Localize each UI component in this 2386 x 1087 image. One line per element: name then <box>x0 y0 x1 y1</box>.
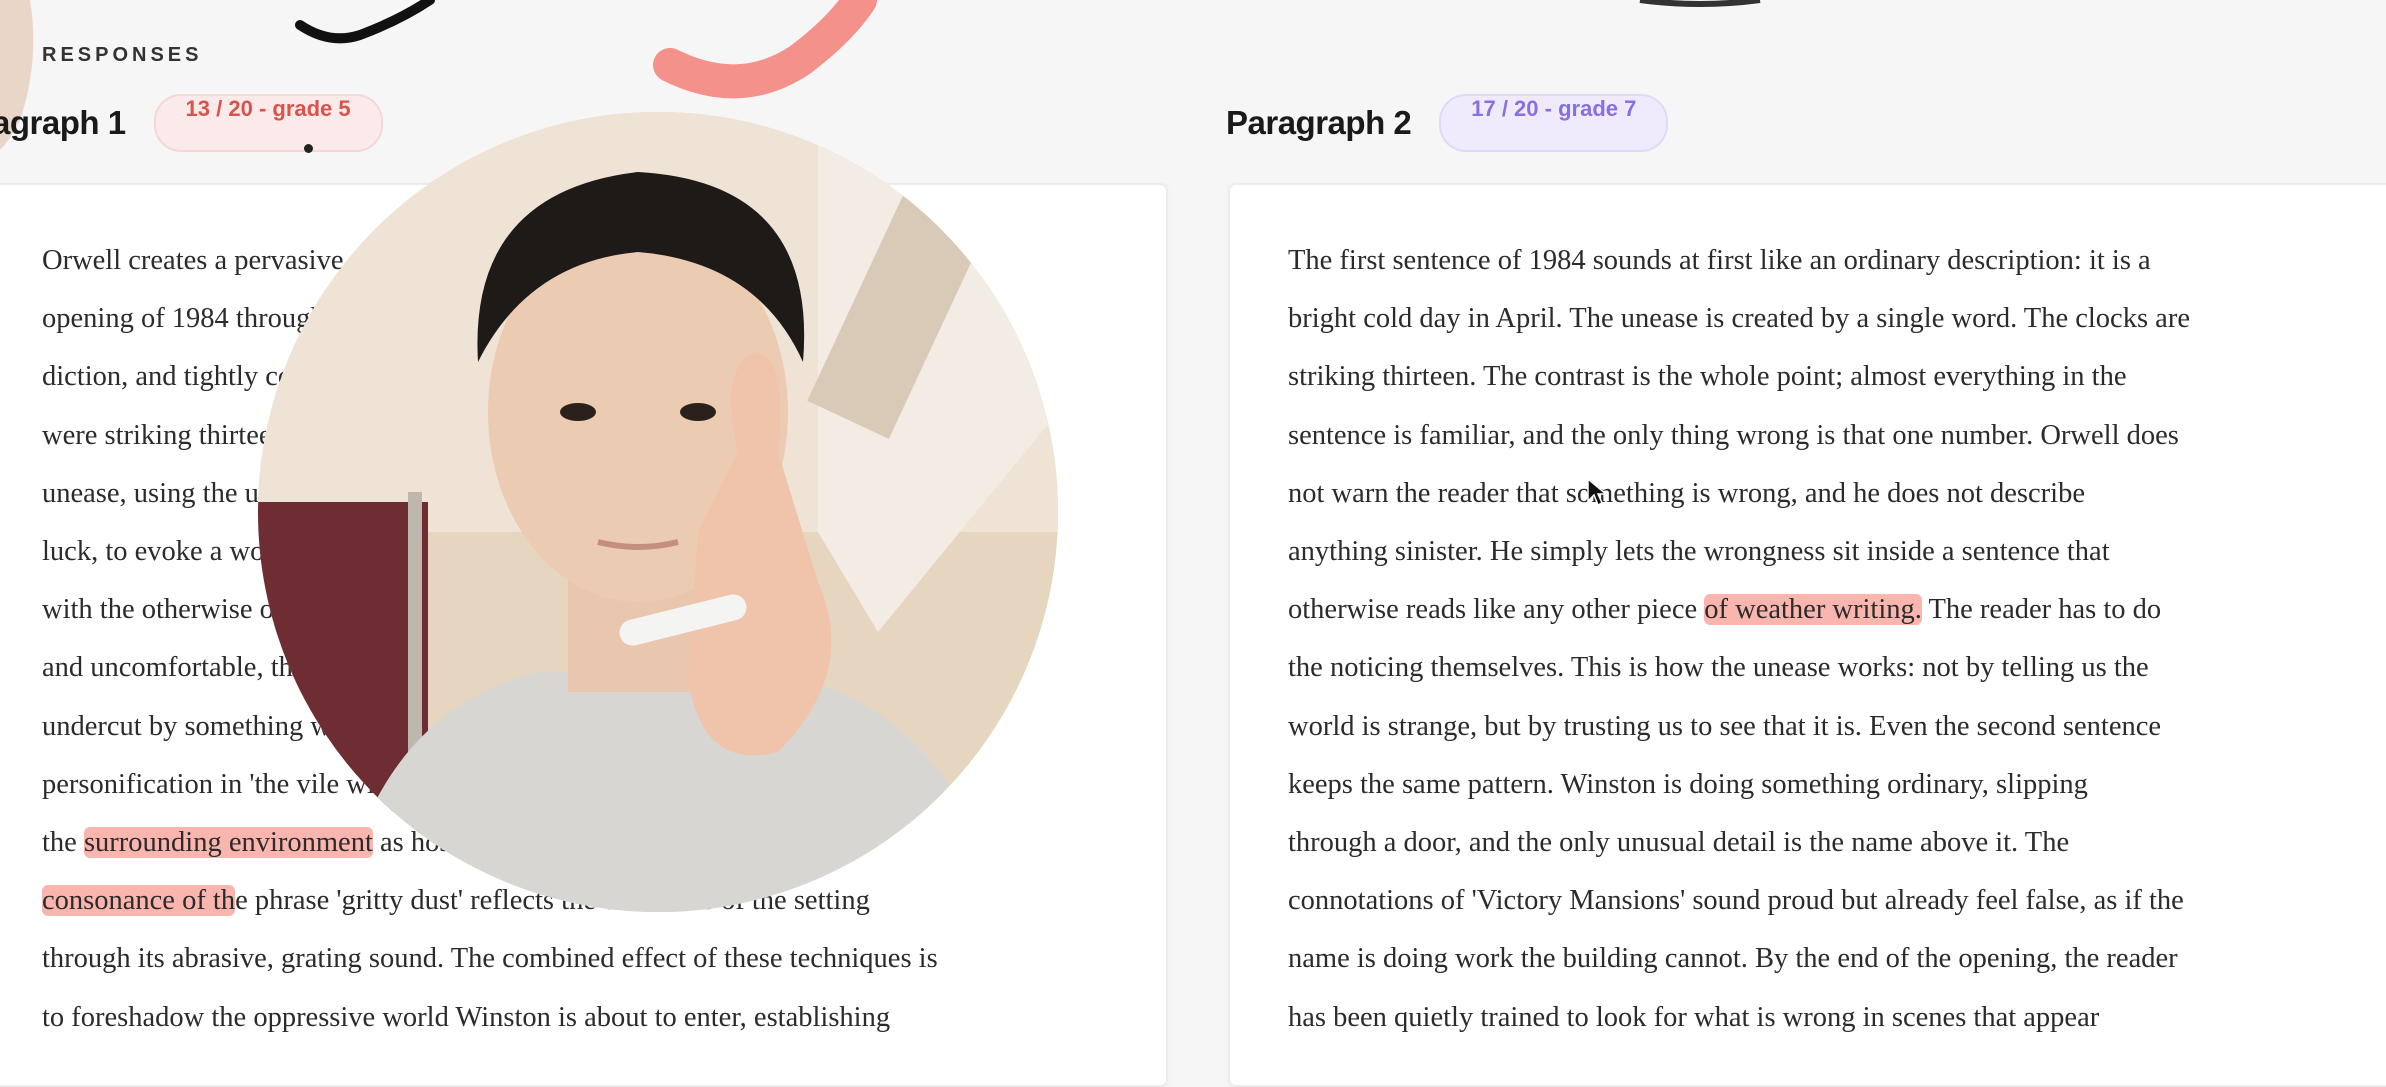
paragraph-2-line: world is strange, but by trusting us to … <box>1288 710 2162 742</box>
paragraph-1-highlighted-phrase: consonance of th <box>42 885 236 917</box>
paragraph-2-highlighted-phrase: of weather writing. <box>1704 594 1922 626</box>
paragraph-1-title: agraph 1 <box>0 104 126 141</box>
paragraph-2-title: Paragraph 2 <box>1226 104 1412 141</box>
paragraph-2-line: bright cold day in April. The unease is … <box>1288 303 2190 335</box>
paragraph-2-line: The first sentence of 1984 sounds at fir… <box>1288 245 2151 276</box>
paragraph-1-line: to foreshadow the oppressive world Winst… <box>42 1001 891 1033</box>
paragraph-2-line: has been quietly trained to look for wha… <box>1288 1001 2100 1033</box>
paragraph-2-line: through a door, and the only unusual det… <box>1288 827 2070 859</box>
paragraph-2-line: striking thirteen. The contrast is the w… <box>1288 361 2127 393</box>
paragraph-1-header: agraph 1 13 / 20 - grade 5 <box>0 94 383 152</box>
responses-section-label: RESPONSES <box>42 44 203 66</box>
paragraph-2-line: connotations of 'Victory Mansions' sound… <box>1288 885 2184 917</box>
paragraph-2-line: sentence is familiar, and the only thing… <box>1288 419 2179 451</box>
mouse-cursor-icon <box>1587 477 1608 507</box>
black-pen-stroke <box>295 0 435 44</box>
paragraph-2-line: anything sinister. He simply lets the wr… <box>1288 536 2110 568</box>
paragraph-1-line: through its abrasive, grating sound. The… <box>42 943 938 975</box>
paragraph-2-header: Paragraph 2 17 / 20 - grade 7 <box>1226 94 1669 152</box>
webcam-overlay <box>258 112 1058 912</box>
paragraph-1-grade-badge: 13 / 20 - grade 5 <box>153 94 383 152</box>
paragraph-2-line: keeps the same pattern. Winston is doing… <box>1288 768 2088 800</box>
webcam-person-image <box>258 112 1058 912</box>
paragraph-2-line: name is doing work the building cannot. … <box>1288 943 2178 975</box>
paragraph-2-text: The first sentence of 1984 sounds at fir… <box>1288 232 2368 1047</box>
paragraph-2-line: the noticing themselves. This is how the… <box>1288 652 2149 684</box>
paragraph-2-line: otherwise reads like any other piece of … <box>1288 594 2162 626</box>
salmon-pen-stroke <box>653 0 877 99</box>
paragraph-2-grade-badge: 17 / 20 - grade 7 <box>1439 94 1669 152</box>
paragraph-2-line: not warn the reader that something is wr… <box>1288 477 2085 509</box>
top-arc-stroke <box>1639 0 1761 7</box>
pointer-dot <box>304 144 313 153</box>
paragraph-1-highlighted-phrase: surrounding environment <box>83 827 373 859</box>
